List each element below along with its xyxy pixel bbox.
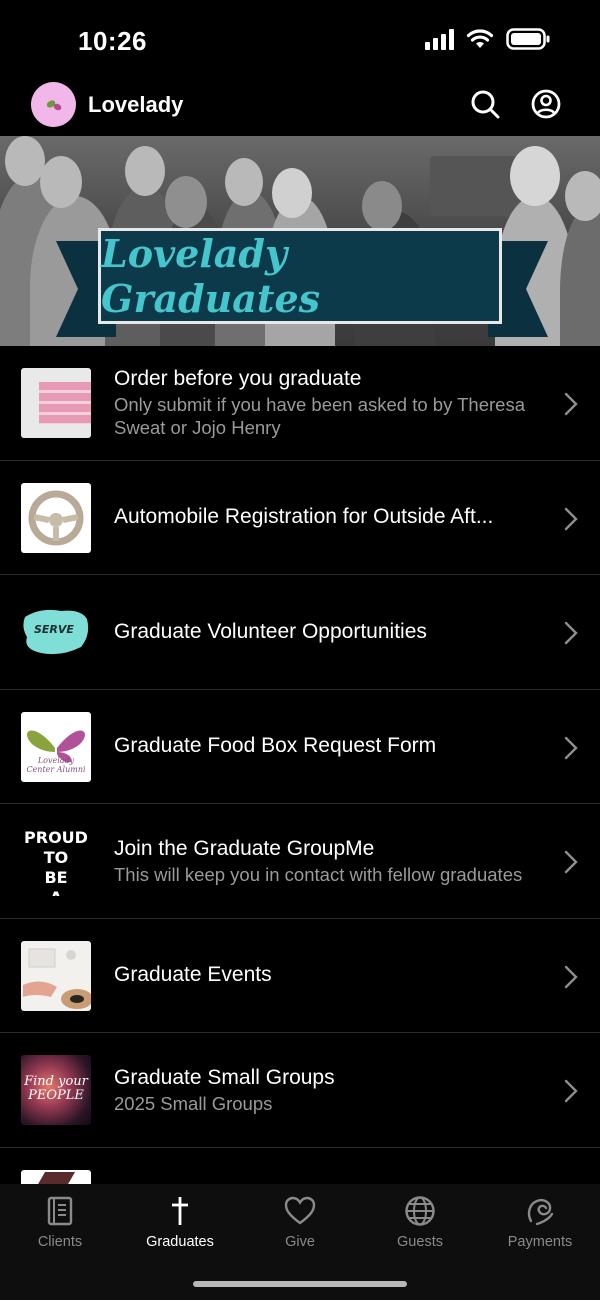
list-item[interactable]: Graduate Events [0,919,600,1033]
events-photo-icon [23,948,91,1009]
app-title: Lovelady [88,92,184,117]
cellular-signal-icon [425,28,454,50]
tab-label: Payments [507,1234,573,1250]
graduates-list: Order before you graduate Only submit if… [0,346,600,1184]
proud-label: PROUD TO BE A LOVELADY [24,828,88,896]
alumni-label: Lovelady Center Alumni [26,755,86,774]
book-icon [47,1196,73,1226]
status-time: 10:26 [78,26,147,56]
banner-image: Lovelady Graduates [0,136,600,346]
tab-payments[interactable]: Payments [480,1194,600,1250]
list-item[interactable]: PROUD TO BE A LOVELADY Join the Graduate… [0,804,600,919]
item-title: Graduate Volunteer Opportunities [114,619,427,643]
tab-label: Guests [397,1234,443,1250]
cross-icon [172,1197,188,1225]
chevron-right-icon [564,392,578,416]
people-label: Find your PEOPLE [24,1074,88,1103]
heart-icon [284,1196,316,1225]
tab-label: Graduates [146,1234,214,1250]
list-item[interactable]: Automobile Registration for Outside Aft.… [0,461,600,575]
tab-clients[interactable]: Clients [0,1194,120,1250]
item-title: Graduate Small Groups [114,1065,335,1089]
item-subtitle: Only submit if you have been asked to by… [114,394,526,439]
list-item[interactable]: SERVE Graduate Volunteer Opportunities [0,575,600,690]
events-thumbnail [21,940,91,1011]
search-icon[interactable] [469,88,501,120]
tab-give[interactable]: Give [240,1194,360,1250]
chevron-right-icon [564,621,578,645]
item-subtitle: This will keep you in contact with fello… [114,863,523,885]
chevron-right-icon [564,965,578,988]
item-subtitle: 2025 Small Groups [114,1092,273,1114]
chevron-right-icon [564,736,578,759]
wifi-icon [466,29,494,48]
item-title: Graduate Events [114,963,272,987]
list-item[interactable] [0,1148,600,1184]
status-bar: 10:26 [0,0,600,80]
steering-wheel-icon [28,490,84,545]
alumni-thumbnail: Lovelady Center Alumni [21,711,91,782]
item-title: Order before you graduate [114,367,362,391]
app-header: Lovelady [0,80,600,136]
item-title: Graduate Food Box Request Form [114,734,437,758]
partial-thumbnail [21,1169,91,1184]
list-item[interactable]: Lovelady Center Alumni Graduate Food Box… [0,690,600,804]
item-title: Automobile Registration for Outside Aft.… [114,505,494,529]
serve-label: SERVE [34,623,74,636]
globe-icon [405,1196,435,1226]
chevron-right-icon [564,850,578,874]
payments-icon [527,1198,554,1226]
banner-ribbon: Lovelady Graduates [98,228,502,324]
logo-icon [46,99,61,110]
home-indicator[interactable] [193,1281,407,1287]
steering-wheel-thumbnail [21,482,91,553]
account-icon[interactable] [530,88,562,120]
banner-title: Lovelady Graduates [101,231,321,321]
avatar[interactable] [31,82,76,127]
tab-label: Clients [37,1234,83,1250]
serve-thumbnail: SERVE [21,597,91,667]
small-groups-thumbnail: Find your PEOPLE [21,1055,91,1125]
tab-graduates[interactable]: Graduates [120,1194,240,1250]
item-title: Join the Graduate GroupMe [114,836,375,860]
battery-icon [506,28,550,50]
chevron-right-icon [564,1079,578,1103]
status-icons [425,28,550,50]
groupme-thumbnail: PROUD TO BE A LOVELADY [21,826,91,896]
tab-guests[interactable]: Guests [360,1194,480,1250]
list-item[interactable]: Order before you graduate Only submit if… [0,346,600,461]
chevron-right-icon [564,507,578,530]
list-item[interactable]: Find your PEOPLE Graduate Small Groups 2… [0,1033,600,1148]
order-thumbnail [21,368,91,438]
tab-label: Give [285,1234,315,1250]
